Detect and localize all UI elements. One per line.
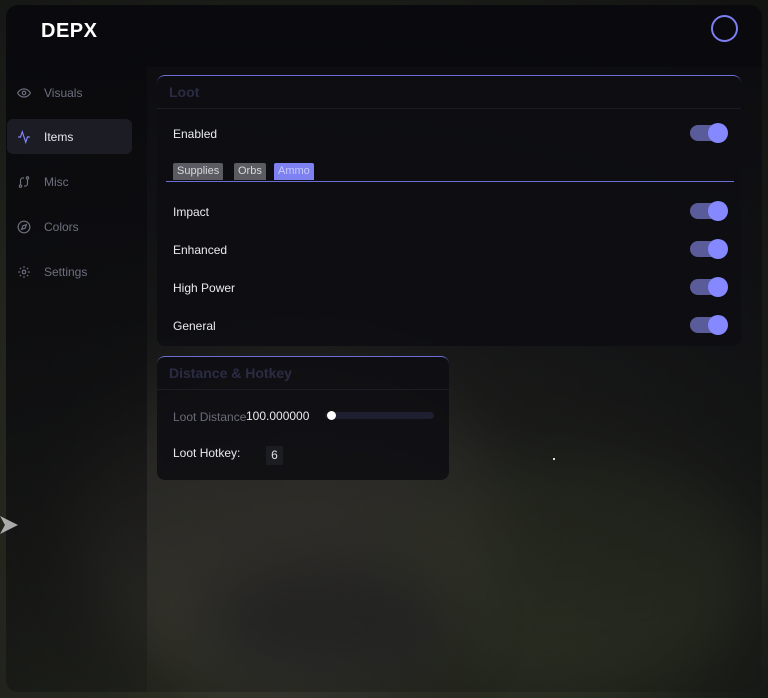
enabled-label: Enabled bbox=[173, 127, 218, 141]
sidebar-item-label: Items bbox=[44, 129, 74, 144]
toggle-knob bbox=[708, 201, 728, 221]
gear-icon bbox=[16, 264, 32, 280]
tab-underline bbox=[166, 181, 734, 182]
tab-ammo[interactable]: Ammo bbox=[274, 163, 314, 180]
option-enhanced-label: Enhanced bbox=[173, 243, 228, 257]
sidebar-item-label: Settings bbox=[44, 264, 88, 279]
loot-distance-label: Loot Distance bbox=[173, 410, 247, 424]
sidebar-item-label: Visuals bbox=[44, 85, 83, 100]
toggle-knob bbox=[708, 123, 728, 143]
loot-distance-value: 100.000000 bbox=[246, 409, 310, 423]
toggle-knob bbox=[708, 277, 728, 297]
loot-panel: Loot bbox=[157, 75, 741, 346]
tab-orbs[interactable]: Orbs bbox=[234, 163, 266, 180]
panel-title: Distance & Hotkey bbox=[157, 357, 449, 390]
activity-icon bbox=[16, 129, 32, 145]
toggle-knob bbox=[708, 239, 728, 259]
app-logo: DEPX bbox=[41, 20, 98, 42]
sidebar-item-colors[interactable]: Colors bbox=[7, 209, 132, 244]
sidebar-item-misc[interactable]: Misc bbox=[7, 164, 132, 199]
eye-icon bbox=[16, 85, 32, 101]
enabled-toggle[interactable] bbox=[690, 123, 728, 143]
enhanced-toggle[interactable] bbox=[690, 239, 728, 259]
compass-icon bbox=[16, 219, 32, 235]
impact-toggle[interactable] bbox=[690, 201, 728, 221]
general-toggle[interactable] bbox=[690, 315, 728, 335]
sidebar-item-visuals[interactable]: Visuals bbox=[7, 75, 132, 110]
panel-title: Loot bbox=[157, 76, 741, 109]
crosshair-dot bbox=[553, 458, 555, 460]
top-bar bbox=[147, 5, 762, 67]
option-impact-label: Impact bbox=[173, 205, 210, 219]
sidebar-item-label: Misc bbox=[44, 174, 69, 189]
loot-distance-slider[interactable] bbox=[325, 412, 434, 419]
cursor-arrow-icon bbox=[0, 516, 18, 534]
loot-hotkey-input[interactable]: 6 bbox=[266, 446, 283, 465]
option-high-power-label: High Power bbox=[173, 281, 236, 295]
tab-supplies[interactable]: Supplies bbox=[173, 163, 224, 180]
sidebar-item-label: Colors bbox=[44, 219, 79, 234]
profile-button[interactable] bbox=[711, 15, 738, 42]
high-power-toggle[interactable] bbox=[690, 277, 728, 297]
sidebar-item-settings[interactable]: Settings bbox=[7, 254, 132, 289]
sidebar-item-items[interactable]: Items bbox=[7, 119, 132, 154]
toggle-knob bbox=[708, 315, 728, 335]
slider-handle[interactable] bbox=[327, 411, 336, 420]
option-general-label: General bbox=[173, 319, 216, 333]
route-icon bbox=[16, 174, 32, 190]
loot-hotkey-label: Loot Hotkey: bbox=[173, 446, 241, 460]
